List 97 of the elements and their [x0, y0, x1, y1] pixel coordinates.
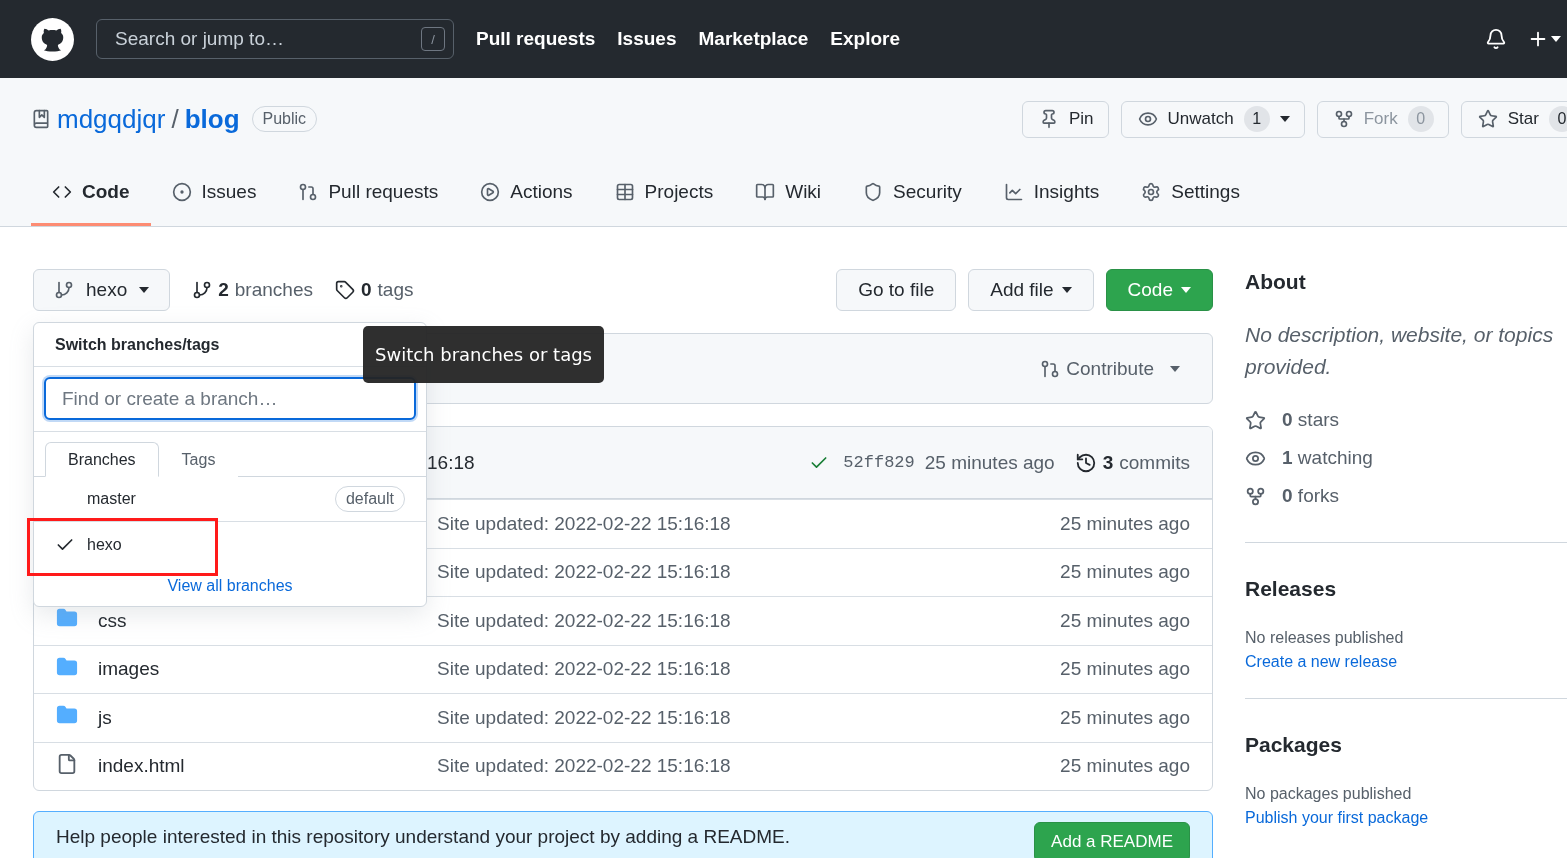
shield-icon: [863, 181, 884, 202]
graph-icon: [1003, 181, 1024, 202]
commit-message-link[interactable]: Site updated: 2022-02-22 15:16:18: [437, 561, 1061, 584]
stat-link[interactable]: 0 forks: [1245, 477, 1567, 515]
issue-icon: [171, 181, 192, 202]
contribute-button[interactable]: Contribute: [1034, 356, 1186, 381]
shortcut-key: /: [421, 27, 445, 51]
menu-title: Switch branches/tags: [55, 335, 220, 354]
folder-icon: [56, 655, 78, 678]
book-icon: [755, 181, 776, 202]
star-icon: [1245, 409, 1266, 431]
view-all-branches-link[interactable]: View all branches: [167, 577, 293, 595]
caret-icon: [1551, 36, 1561, 42]
pin-icon: [1039, 109, 1059, 129]
file-icon: [56, 752, 78, 775]
play-icon: [480, 181, 501, 202]
count-label: 1: [1243, 106, 1270, 132]
search-input[interactable]: Search or jump to…: [113, 27, 421, 51]
star-icon: [1477, 109, 1498, 129]
commit-hash-link[interactable]: 52ff829: [843, 453, 915, 472]
packages-text: No packages published: [1245, 785, 1413, 803]
file-time: 25 minutes ago: [1060, 609, 1190, 632]
releases-text: No releases published: [1245, 629, 1405, 647]
history-icon: [1074, 451, 1097, 474]
repo-tab[interactable]: Insights: [982, 160, 1121, 226]
eye-icon: [1137, 109, 1158, 129]
file-time: 25 minutes ago: [1060, 561, 1190, 584]
commit-message-link[interactable]: Site updated: 2022-02-22 15:16:18: [437, 609, 1061, 632]
pin-button[interactable]: Pin: [1022, 100, 1109, 138]
repo-description: No description, website, or topics provided.: [1245, 322, 1555, 380]
file-name-link[interactable]: images: [98, 658, 160, 680]
commit-message-link[interactable]: Site updated: 2022-02-22 15:16:18: [437, 706, 1061, 729]
create-release-link[interactable]: Create a new release: [1245, 653, 1567, 671]
branch-icon: [54, 280, 74, 300]
file-name-link[interactable]: js: [98, 706, 112, 728]
pull-request-icon: [1040, 358, 1061, 379]
repo-tab[interactable]: Projects: [593, 160, 735, 226]
nav-link[interactable]: Marketplace: [698, 28, 809, 50]
commit-message-link[interactable]: Site updated: 2022-02-22 15:16:18: [437, 658, 1061, 681]
branch-search-field[interactable]: Find or create a branch…: [44, 377, 416, 420]
commit-message-link[interactable]: Site updated: 2022-02-22 15:16:18: [437, 512, 1061, 535]
tags-link[interactable]: 0 tags: [334, 279, 414, 301]
menu-tab[interactable]: Branches: [45, 442, 159, 477]
count-label: 0: [1548, 106, 1567, 132]
repo-tab[interactable]: Issues: [150, 160, 278, 226]
file-name-link[interactable]: css: [98, 609, 127, 631]
commit-time: 25 minutes ago: [924, 451, 1055, 474]
caret-icon: [1170, 365, 1180, 372]
table-icon: [614, 181, 635, 202]
repo-icon: [31, 109, 51, 129]
repo-tab[interactable]: Code: [31, 160, 151, 226]
commit-message-link[interactable]: Site updated: 2022-02-22 15:16:18: [437, 755, 1061, 778]
pull-request-icon: [298, 181, 319, 202]
path-separator: /: [171, 103, 179, 135]
toolbar-button[interactable]: Go to file: [836, 269, 957, 311]
commit-message: 16:18: [427, 451, 476, 474]
settings-icon: [1141, 181, 1162, 202]
file-time: 25 minutes ago: [1060, 755, 1190, 778]
stat-link[interactable]: 0 stars: [1245, 401, 1567, 439]
notification-bell-icon[interactable]: [1485, 28, 1507, 50]
repo-name-link[interactable]: blog: [184, 103, 240, 135]
repo-owner-link[interactable]: mdgqdjqr: [57, 103, 166, 135]
count-label: 0: [1407, 106, 1434, 132]
nav-link[interactable]: Explore: [830, 28, 901, 50]
caret-icon: [139, 287, 150, 293]
nav-link[interactable]: Issues: [617, 28, 677, 50]
branch-item[interactable]: master default: [34, 477, 426, 522]
search-bar[interactable]: Search or jump to… /: [96, 19, 454, 59]
repo-tab[interactable]: Security: [842, 160, 983, 226]
section-heading: Releases: [1245, 576, 1338, 602]
branch-icon: [192, 280, 213, 300]
branch-item[interactable]: hexo: [34, 522, 426, 567]
commits-link[interactable]: 3 commits: [1074, 451, 1190, 474]
tag-icon: [334, 280, 355, 300]
banner-text: Help people interested in this repository understand your project by adding a README.: [56, 825, 791, 848]
tooltip: Switch branches or tags: [363, 326, 604, 383]
repo-tab[interactable]: Pull requests: [277, 160, 460, 226]
file-name-link[interactable]: index.html: [98, 755, 185, 777]
fork-icon: [1245, 485, 1266, 507]
section-heading: About: [1245, 269, 1307, 295]
repo-tab[interactable]: Wiki: [734, 160, 843, 226]
watch-button[interactable]: Unwatch 1: [1120, 100, 1305, 138]
file-time: 25 minutes ago: [1060, 706, 1190, 729]
repo-tab[interactable]: Actions: [459, 160, 594, 226]
logo-icon[interactable]: [31, 17, 74, 61]
branches-link[interactable]: 2 branches: [192, 279, 313, 301]
stat-link[interactable]: 1 watching: [1245, 439, 1567, 477]
publish-package-link[interactable]: Publish your first package: [1245, 809, 1567, 827]
nav-link[interactable]: Pull requests: [476, 28, 596, 50]
file-time: 25 minutes ago: [1060, 658, 1190, 681]
repo-tab[interactable]: Settings: [1120, 160, 1261, 226]
fork-icon: [1333, 109, 1354, 129]
file-time: 25 minutes ago: [1060, 512, 1190, 535]
star-button[interactable]: Star 0: [1460, 100, 1567, 138]
branch-select-button[interactable]: hexo: [33, 269, 171, 311]
toolbar-button[interactable]: Add file: [968, 269, 1094, 311]
section-heading: Packages: [1245, 732, 1343, 758]
